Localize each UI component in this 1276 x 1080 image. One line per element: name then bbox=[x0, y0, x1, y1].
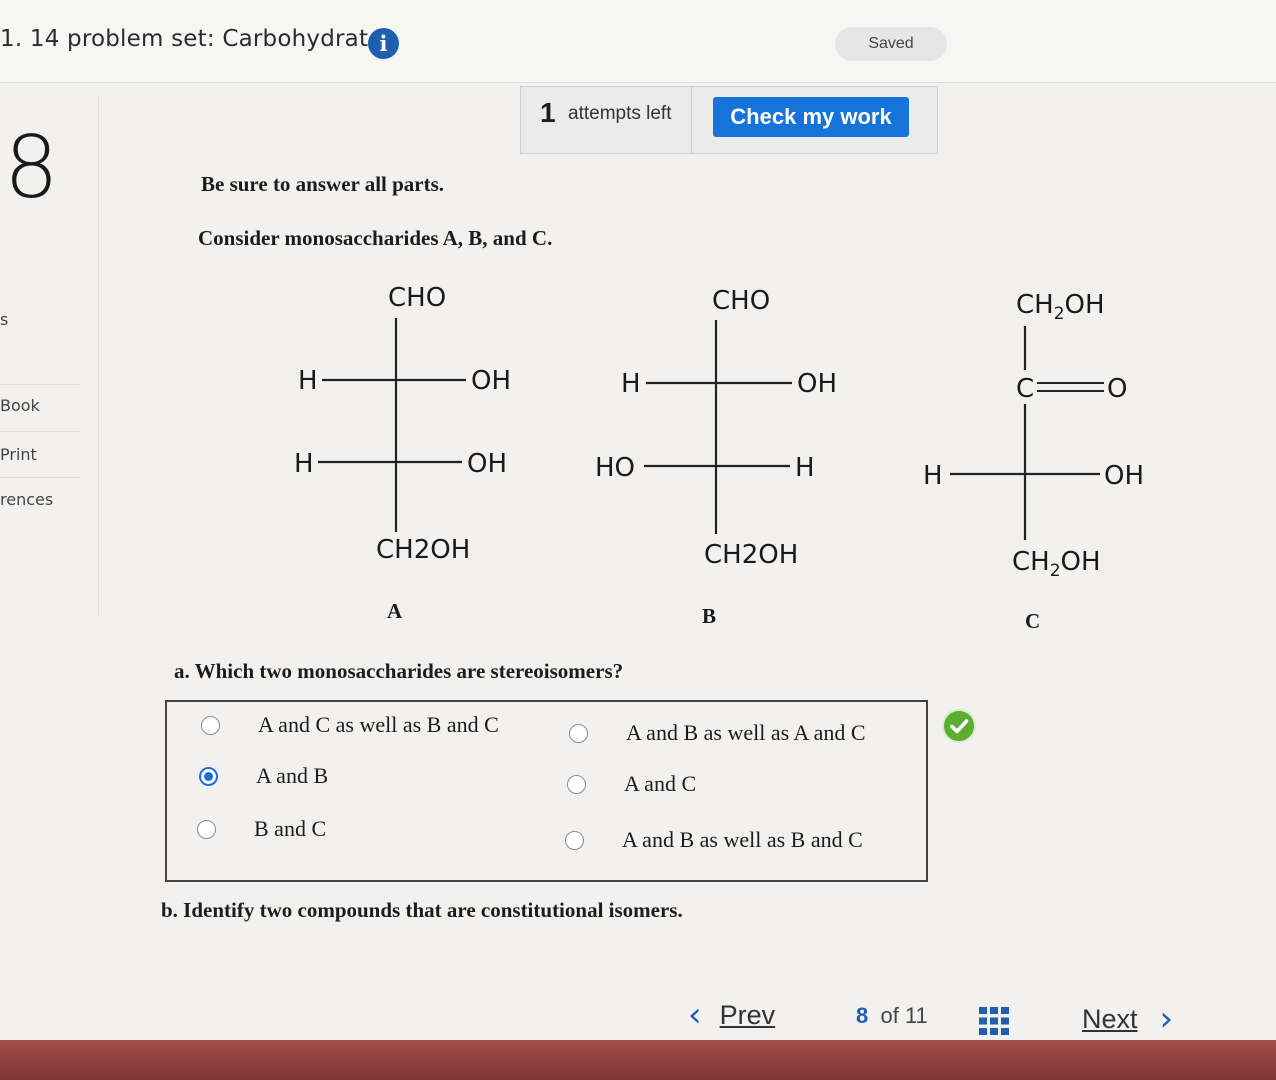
option-radio[interactable] bbox=[197, 819, 216, 839]
structure-c-label: C bbox=[1025, 609, 1040, 633]
structure-b-row2-right: H bbox=[795, 453, 815, 483]
prev-button[interactable]: ‹ Prev bbox=[688, 998, 775, 1032]
option-radio[interactable] bbox=[567, 774, 586, 794]
option-radio[interactable] bbox=[569, 723, 588, 743]
structure-c-carbonyl-oxygen: O bbox=[1107, 374, 1127, 404]
option-label: A and C as well as B and C bbox=[258, 712, 499, 737]
option-label: A and B as well as A and C bbox=[626, 720, 866, 745]
structure-a-row2-left: H bbox=[294, 449, 314, 479]
taskbar-edge bbox=[0, 1040, 1276, 1080]
structure-c-top-group: CH2OH bbox=[1016, 290, 1105, 324]
structure-b-row1-left: H bbox=[621, 369, 641, 399]
structure-b-row2-left: HO bbox=[595, 453, 635, 483]
next-button[interactable]: Next › bbox=[1082, 1002, 1173, 1036]
chevron-right-icon: › bbox=[1159, 999, 1174, 1039]
part-b-question: b. Identify two compounds that are const… bbox=[161, 898, 683, 922]
option-a-and-c-b-and-c[interactable]: A and C as well as B and C bbox=[201, 712, 499, 738]
current-page: 8 bbox=[856, 1003, 869, 1028]
option-a-and-c[interactable]: A and C bbox=[567, 771, 696, 797]
structure-a-bottom-group: CH2OH bbox=[376, 535, 470, 565]
structure-c-row1-left: H bbox=[923, 461, 943, 491]
option-a-and-b-a-and-c[interactable]: A and B as well as A and C bbox=[569, 720, 866, 746]
structure-a-row2-right: OH bbox=[467, 449, 507, 479]
part-a-question: a. Which two monosaccharides are stereoi… bbox=[174, 659, 624, 683]
structure-c: CH2OH C O H OH CH2OH C bbox=[923, 290, 1144, 633]
option-a-and-b[interactable]: A and B bbox=[199, 763, 328, 789]
structure-b-bottom-group: CH2OH bbox=[704, 540, 798, 570]
option-label: A and C bbox=[624, 771, 697, 796]
option-label: A and B as well as B and C bbox=[622, 827, 863, 852]
next-label: Next bbox=[1082, 1003, 1138, 1034]
structure-a-label: A bbox=[387, 599, 403, 623]
question-grid-icon[interactable] bbox=[978, 1006, 1010, 1036]
option-radio[interactable] bbox=[201, 715, 220, 735]
structure-c-bottom-group: CH2OH bbox=[1012, 547, 1101, 581]
page-indicator: 8 of 11 bbox=[856, 1003, 928, 1029]
option-label: A and B bbox=[256, 763, 329, 788]
structure-b-row1-right: OH bbox=[797, 369, 837, 399]
prev-label: Prev bbox=[719, 999, 776, 1030]
option-a-and-b-b-and-c[interactable]: A and B as well as B and C bbox=[565, 827, 863, 853]
structure-b-label: B bbox=[702, 604, 716, 628]
answer-options-box: A and C as well as B and C A and B as we… bbox=[165, 700, 928, 882]
option-label: B and C bbox=[254, 816, 327, 841]
chevron-left-icon: ‹ bbox=[688, 995, 702, 1035]
structure-a-top-group: CHO bbox=[388, 283, 446, 313]
option-b-and-c[interactable]: B and C bbox=[197, 816, 326, 842]
checkmark-icon bbox=[942, 709, 976, 743]
structure-a-row1-right: OH bbox=[471, 366, 511, 396]
fischer-projections: CHO H OH H OH CH2OH A CHO H OH HO H CH2O… bbox=[294, 283, 1144, 633]
structure-c-carbonyl-carbon: C bbox=[1016, 374, 1034, 404]
option-radio[interactable] bbox=[565, 830, 584, 850]
structure-b-top-group: CHO bbox=[712, 286, 770, 316]
total-pages: of 11 bbox=[880, 1003, 928, 1028]
structure-a: CHO H OH H OH CH2OH A bbox=[294, 283, 511, 623]
structure-b: CHO H OH HO H CH2OH B bbox=[595, 286, 837, 628]
option-radio-selected[interactable] bbox=[199, 766, 218, 786]
structure-c-row1-right: OH bbox=[1104, 461, 1144, 491]
structure-a-row1-left: H bbox=[298, 366, 318, 396]
